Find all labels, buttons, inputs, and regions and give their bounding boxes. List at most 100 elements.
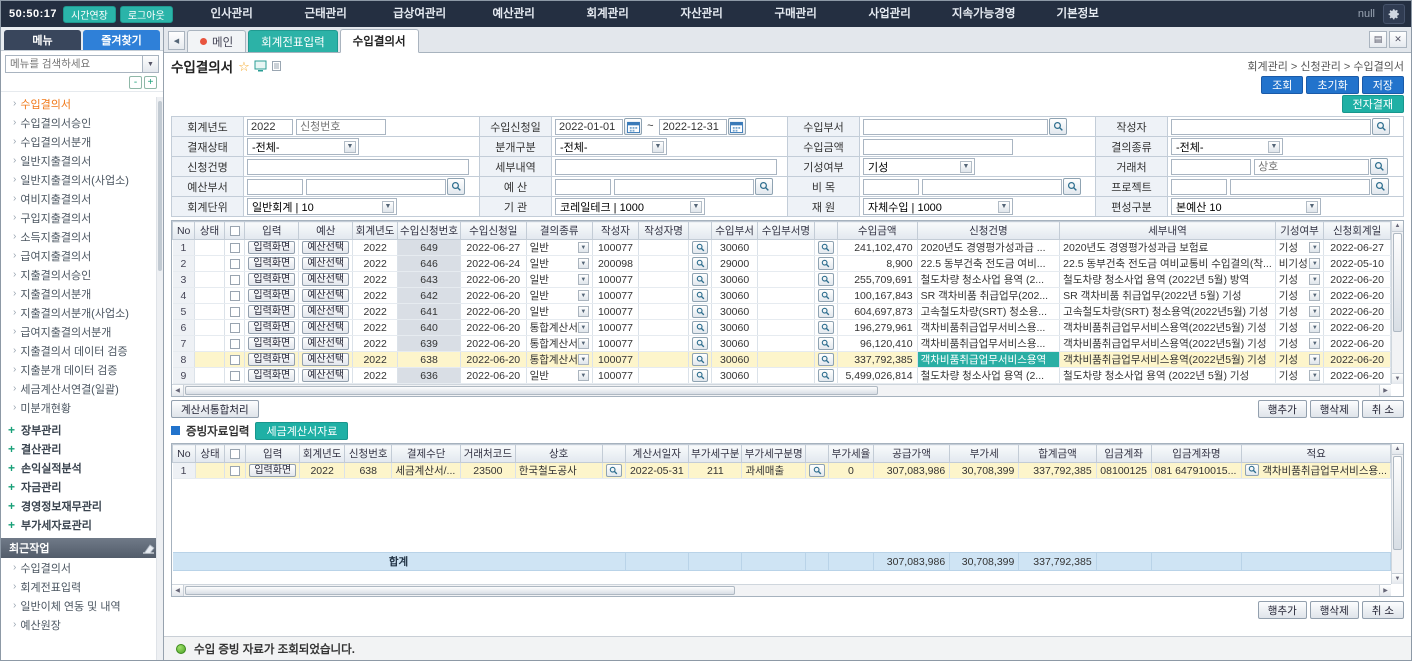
add-row-button[interactable]: 행추가 bbox=[1258, 601, 1307, 619]
search-icon[interactable] bbox=[606, 464, 622, 477]
search-icon[interactable] bbox=[447, 178, 465, 195]
income-amount-input[interactable] bbox=[863, 139, 1013, 155]
writer-input[interactable] bbox=[1171, 119, 1371, 135]
table-row[interactable]: 1입력화면예산선택20226492022-06-27일반▼10007730060… bbox=[173, 240, 1391, 256]
grid-cell-button[interactable]: 예산선택 bbox=[302, 305, 349, 318]
table-row[interactable]: 1입력화면2022638세금계산서/...23500한국철도공사2022-05-… bbox=[173, 463, 1391, 479]
search-button[interactable]: 조회 bbox=[1261, 76, 1303, 94]
row-checkbox[interactable] bbox=[230, 275, 240, 285]
search-icon[interactable] bbox=[818, 337, 834, 350]
grid-cell-button[interactable]: 예산선택 bbox=[302, 289, 349, 302]
vendor-name-input[interactable] bbox=[1254, 159, 1369, 175]
grid-cell-button[interactable]: 입력화면 bbox=[248, 369, 295, 382]
request-no-input[interactable] bbox=[296, 119, 386, 135]
recent-item[interactable]: ›회계전표입력 bbox=[1, 577, 163, 596]
grid-cell-select[interactable]: 비기성▼ bbox=[1279, 256, 1321, 271]
search-icon[interactable] bbox=[1372, 118, 1390, 135]
search-icon[interactable] bbox=[818, 369, 834, 382]
scroll-down-icon[interactable]: ▼ bbox=[1392, 373, 1403, 384]
tab-income-resolution[interactable]: 수입결의서 bbox=[340, 29, 419, 53]
fund-source-select[interactable]: 자체수입 | 1000▼ bbox=[863, 198, 1013, 215]
recent-item[interactable]: ›수입결의서 bbox=[1, 558, 163, 577]
sidebar-item[interactable]: ›급여지출결의서 bbox=[1, 246, 163, 265]
search-icon[interactable] bbox=[692, 289, 708, 302]
clear-recent-icon[interactable] bbox=[142, 543, 155, 554]
format-type-select[interactable]: 본예산 10▼ bbox=[1171, 198, 1321, 215]
menu-search-input[interactable] bbox=[5, 55, 143, 73]
sidebar-item[interactable]: ›일반지출결의서 bbox=[1, 151, 163, 170]
sidebar-item[interactable]: ›급여지출결의서분개 bbox=[1, 322, 163, 341]
detail-input[interactable] bbox=[555, 159, 777, 175]
table-row[interactable]: 4입력화면예산선택20226422022-06-20일반▼10007730060… bbox=[173, 288, 1391, 304]
search-icon[interactable] bbox=[1370, 158, 1388, 175]
account-unit-select[interactable]: 일반회계 | 10▼ bbox=[247, 198, 397, 215]
sidebar-group-item[interactable]: +장부관리 bbox=[1, 420, 163, 439]
sidebar-item[interactable]: ›여비지출결의서 bbox=[1, 189, 163, 208]
top-menu-item[interactable]: 예산관리 bbox=[467, 1, 561, 27]
sidebar-item[interactable]: ›지출결의서 데이터 검증 bbox=[1, 341, 163, 360]
search-icon[interactable] bbox=[692, 337, 708, 350]
sidebar-item[interactable]: ›구입지출결의서 bbox=[1, 208, 163, 227]
scrollbar-thumb[interactable] bbox=[185, 586, 735, 595]
budget-code-input[interactable] bbox=[555, 179, 611, 195]
scrollbar-thumb[interactable] bbox=[185, 386, 878, 395]
expense-item-code-input[interactable] bbox=[863, 179, 919, 195]
top-menu-item[interactable]: 인사관리 bbox=[185, 1, 279, 27]
top-menu-item[interactable]: 사업관리 bbox=[843, 1, 937, 27]
grid-cell-select[interactable]: 일반▼ bbox=[530, 288, 589, 303]
grid-cell-button[interactable]: 입력화면 bbox=[248, 289, 295, 302]
scrollbar-thumb[interactable] bbox=[1393, 456, 1402, 550]
grid-cell-button[interactable]: 입력화면 bbox=[249, 464, 296, 477]
tab-main[interactable]: 메인 bbox=[187, 30, 246, 52]
scroll-down-icon[interactable]: ▼ bbox=[1392, 573, 1403, 584]
delete-row-button[interactable]: 행삭제 bbox=[1310, 400, 1359, 418]
tab-scroll-left-button[interactable]: ◀ bbox=[168, 31, 185, 50]
tab-journal-entry[interactable]: 회계전표입력 bbox=[248, 30, 337, 52]
grid-cell-button[interactable]: 입력화면 bbox=[248, 337, 295, 350]
search-icon[interactable] bbox=[818, 257, 834, 270]
search-icon[interactable] bbox=[692, 305, 708, 318]
grid-cell-button[interactable]: 입력화면 bbox=[248, 273, 295, 286]
scroll-up-icon[interactable]: ▲ bbox=[1392, 444, 1403, 455]
grid-cell-select[interactable]: 기성▼ bbox=[1279, 288, 1321, 303]
sidebar-group-item[interactable]: +자금관리 bbox=[1, 477, 163, 496]
sidebar-item[interactable]: ›지출분개 데이터 검증 bbox=[1, 360, 163, 379]
sidebar-item[interactable]: ›일반지출결의서(사업소) bbox=[1, 170, 163, 189]
cancel-button[interactable]: 취 소 bbox=[1362, 400, 1404, 418]
recent-item[interactable]: ›일반이체 연동 및 내역 bbox=[1, 596, 163, 615]
search-icon[interactable] bbox=[755, 178, 773, 195]
grid-cell-button[interactable]: 예산선택 bbox=[302, 273, 349, 286]
grid-cell-select[interactable]: 일반▼ bbox=[530, 240, 589, 255]
sidebar-scrollbar[interactable] bbox=[156, 97, 163, 660]
header-checkbox[interactable] bbox=[230, 449, 240, 459]
electronic-approval-button[interactable]: 전자결재 bbox=[1342, 95, 1404, 113]
sidebar-tab-menu[interactable]: 메뉴 bbox=[4, 30, 81, 50]
table-row[interactable]: 5입력화면예산선택20226412022-06-20일반▼10007730060… bbox=[173, 304, 1391, 320]
delete-row-button[interactable]: 행삭제 bbox=[1310, 601, 1359, 619]
grid-cell-select[interactable]: 일반▼ bbox=[530, 368, 589, 383]
sidebar-group-item[interactable]: +손익실적분석 bbox=[1, 458, 163, 477]
vertical-scrollbar[interactable]: ▲ ▼ bbox=[1391, 221, 1403, 384]
grid-cell-button[interactable]: 입력화면 bbox=[248, 241, 295, 254]
detail-popup-icon[interactable] bbox=[1245, 464, 1259, 476]
journal-type-select[interactable]: -전체-▼ bbox=[555, 138, 667, 155]
favorite-star-icon[interactable]: ☆ bbox=[238, 60, 250, 73]
collapse-all-button[interactable]: - bbox=[129, 76, 142, 89]
sidebar-group-item[interactable]: +부가세자료관리 bbox=[1, 515, 163, 534]
sidebar-item[interactable]: ›소득지출결의서 bbox=[1, 227, 163, 246]
grid-cell-button[interactable]: 예산선택 bbox=[302, 353, 349, 366]
grid-cell-select[interactable]: 기성▼ bbox=[1279, 368, 1321, 383]
scrollbar-thumb[interactable] bbox=[1393, 233, 1402, 332]
row-checkbox[interactable] bbox=[230, 339, 240, 349]
row-checkbox[interactable] bbox=[230, 466, 240, 476]
table-row[interactable]: 3입력화면예산선택20226432022-06-20일반▼10007730060… bbox=[173, 272, 1391, 288]
top-menu-item[interactable]: 근태관리 bbox=[279, 1, 373, 27]
income-dept-input[interactable] bbox=[863, 119, 1048, 135]
date-to-input[interactable] bbox=[659, 119, 727, 135]
grid-cell-button[interactable]: 입력화면 bbox=[248, 321, 295, 334]
search-icon[interactable] bbox=[1063, 178, 1081, 195]
calendar-icon[interactable] bbox=[624, 118, 642, 135]
grid-cell-select[interactable]: 일반▼ bbox=[530, 272, 589, 287]
grid-cell-select[interactable]: 통합계산서▼ bbox=[530, 336, 589, 351]
horizontal-scrollbar[interactable]: ◀ ▶ bbox=[172, 384, 1391, 396]
